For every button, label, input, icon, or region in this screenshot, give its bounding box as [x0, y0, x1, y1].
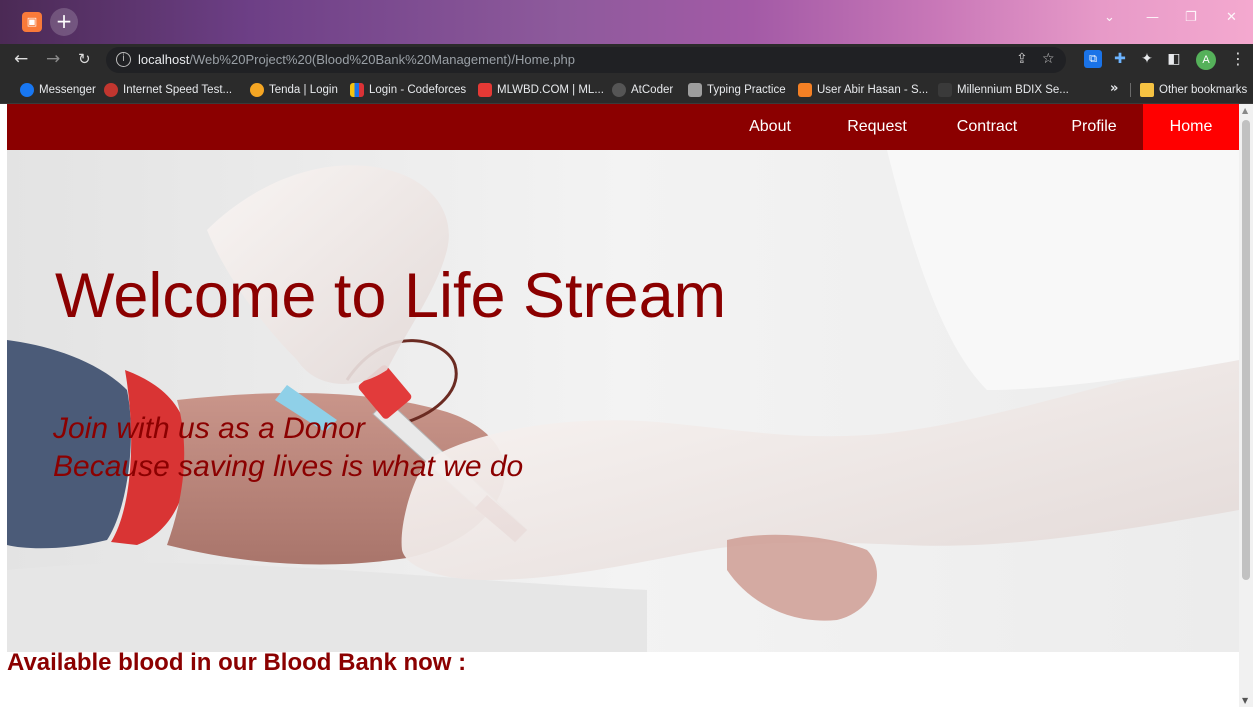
translate-extension-icon[interactable]: ⧉	[1084, 50, 1102, 68]
tab-list-chevron-icon[interactable]: ⌄	[1104, 10, 1115, 25]
restore-button[interactable]: ❐	[1185, 10, 1197, 25]
url-text[interactable]: localhost/Web%20Project%20(Blood%20Bank%…	[138, 52, 575, 67]
hero-title: Welcome to Life Stream	[55, 261, 727, 331]
scroll-up-arrow-icon[interactable]: ▲	[1242, 106, 1248, 115]
bookmark-codeforces[interactable]: Login - Codeforces	[350, 82, 466, 98]
scroll-down-arrow-icon[interactable]: ▼	[1242, 696, 1248, 705]
bookmark-typing-practice[interactable]: Typing Practice	[688, 82, 786, 98]
extensions-puzzle-icon[interactable]: ✦	[1138, 50, 1156, 68]
close-window-button[interactable]: ✕	[1226, 10, 1237, 25]
millennium-icon	[938, 83, 952, 97]
address-bar[interactable]: i localhost/Web%20Project%20(Blood%20Ban…	[106, 47, 1066, 73]
bookmark-atcoder[interactable]: AtCoder	[612, 82, 673, 98]
scroll-thumb[interactable]	[1242, 120, 1250, 580]
back-button[interactable]: ←	[14, 49, 28, 69]
hero-banner: Welcome to Life Stream Join with us as a…	[7, 150, 1239, 652]
reload-button[interactable]: ↻	[78, 50, 91, 68]
new-tab-button[interactable]: +	[50, 8, 78, 36]
bookmark-label: Internet Speed Test...	[123, 84, 233, 96]
messenger-icon	[20, 83, 34, 97]
typing-practice-icon	[688, 83, 702, 97]
other-bookmarks-label: Other bookmarks	[1159, 84, 1248, 96]
nav-about[interactable]: About	[727, 104, 813, 150]
profile-avatar[interactable]: A	[1196, 50, 1216, 70]
bookmark-label: Millennium BDIX Se...	[957, 84, 1069, 96]
folder-icon	[1140, 83, 1154, 97]
bookmark-millennium-bdix[interactable]: Millennium BDIX Se...	[938, 82, 1069, 98]
site-info-icon[interactable]: i	[116, 52, 131, 67]
bookmark-label: Tenda | Login	[269, 84, 338, 96]
bookmark-mlwbd[interactable]: MLWBD.COM | ML...	[478, 82, 604, 98]
minimize-button[interactable]: —	[1146, 10, 1159, 25]
stackoverflow-icon	[798, 83, 812, 97]
hero-background-image	[7, 150, 1239, 652]
hero-subtitle-line1: Join with us as a Donor	[53, 412, 365, 445]
bookmark-label: Messenger	[39, 84, 96, 96]
nav-contract[interactable]: Contract	[941, 104, 1033, 150]
mlwbd-icon	[478, 83, 492, 97]
other-bookmarks-folder[interactable]: Other bookmarks	[1140, 82, 1247, 98]
nav-profile[interactable]: Profile	[1051, 104, 1137, 150]
vpn-extension-icon[interactable]: ✚	[1111, 50, 1129, 68]
browser-toolbar: ← → ↻ i localhost/Web%20Project%20(Blood…	[0, 44, 1253, 76]
bookmark-label: Typing Practice	[707, 84, 786, 96]
site-navbar: About Request Contract Profile Home	[7, 104, 1239, 150]
hero-subtitle-line2: Because saving lives is what we do	[53, 450, 524, 483]
bookmarks-overflow-button[interactable]: »	[1110, 81, 1118, 96]
bookmarks-divider	[1130, 83, 1131, 97]
bookmark-star-icon[interactable]: ☆	[1042, 51, 1055, 67]
page-viewport: About Request Contract Profile Home Welc…	[0, 104, 1253, 707]
bookmark-label: AtCoder	[631, 84, 674, 96]
bookmark-stackoverflow-user[interactable]: User Abir Hasan - S...	[798, 82, 928, 98]
browser-menu-icon[interactable]: ⋮	[1230, 49, 1246, 68]
nav-home[interactable]: Home	[1143, 104, 1239, 150]
atcoder-icon	[612, 83, 626, 97]
speed-test-icon	[104, 83, 118, 97]
bookmark-speed-test[interactable]: Internet Speed Test...	[104, 82, 232, 98]
tab-search-icon[interactable]: ▣	[22, 12, 42, 32]
bookmark-label: MLWBD.COM | ML...	[497, 84, 604, 96]
browser-tabstrip: ▣ + ⌄ — ❐ ✕	[0, 0, 1253, 44]
bookmarks-bar: Messenger Internet Speed Test... Tenda |…	[0, 76, 1253, 104]
available-blood-heading: Available blood in our Blood Bank now :	[7, 649, 467, 676]
bookmark-label: User Abir Hasan - S...	[817, 84, 929, 96]
bookmark-label: Login - Codeforces	[369, 84, 467, 96]
forward-button[interactable]: →	[46, 49, 60, 69]
nav-request[interactable]: Request	[831, 104, 923, 150]
page-scrollbar[interactable]: ▲ ▼	[1239, 104, 1253, 707]
side-panel-icon[interactable]: ◧	[1165, 50, 1183, 68]
share-icon[interactable]: ⇪	[1016, 51, 1028, 67]
url-host: localhost	[138, 52, 190, 67]
url-path: /Web%20Project%20(Blood%20Bank%20Managem…	[189, 52, 575, 67]
bookmark-messenger[interactable]: Messenger	[20, 82, 96, 98]
bookmark-tenda[interactable]: Tenda | Login	[250, 82, 338, 98]
tenda-icon	[250, 83, 264, 97]
codeforces-icon	[350, 83, 364, 97]
